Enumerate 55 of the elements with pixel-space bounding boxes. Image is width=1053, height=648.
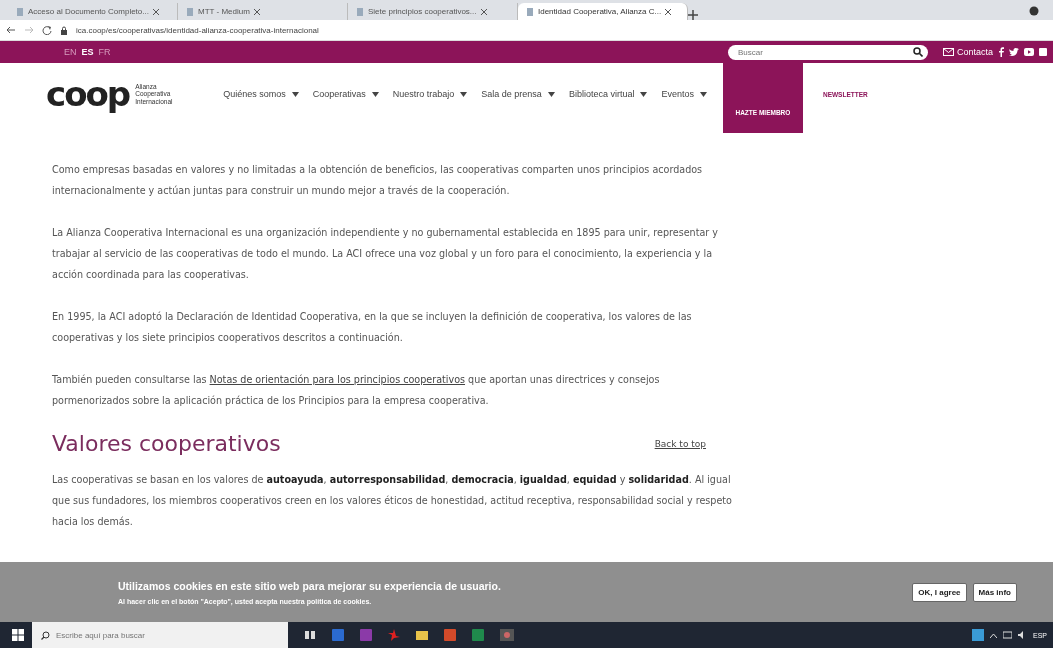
back-icon[interactable]	[6, 25, 16, 35]
more-info-button[interactable]: Más info	[972, 582, 1017, 602]
paragraph: En 1995, la ACI adoptó la Declaración de Identidad Cooperativa, en la que se incluyen la definición de cooperativa, los valores de las cooperativas y los siete principios cooperativos descritos a continuación.	[52, 310, 693, 345]
new-tab-icon[interactable]	[688, 10, 698, 20]
page-icon	[356, 7, 364, 16]
profile-icon[interactable]	[1029, 6, 1039, 16]
guidance-link[interactable]: Notas de orientación para los principios cooperativos	[209, 374, 466, 385]
nav-item[interactable]: Sala de prensa	[481, 89, 555, 99]
caret-icon	[547, 91, 555, 97]
page-icon	[526, 7, 534, 16]
caret-icon	[291, 91, 299, 97]
close-icon[interactable]	[665, 8, 672, 15]
nav-item[interactable]: Quiénes somos	[223, 89, 299, 99]
caret-icon	[371, 91, 379, 97]
video-icon[interactable]	[1024, 48, 1034, 56]
paragraph: También pueden consultarse las Notas de orientación para los principios cooperativos que aportan unas directrices y consejos pormenorizados sobre la aplicación práctica de los Principios para la empresa cooperativa.	[52, 373, 661, 408]
folder-icon[interactable]	[416, 629, 430, 641]
close-icon[interactable]	[253, 8, 260, 15]
taskbar-search-field[interactable]: Escribe aquí para buscar	[32, 622, 288, 648]
nav-item[interactable]: Biblioteca virtual	[568, 89, 648, 99]
paragraph: Las cooperativas se basan en los valores de autoayuda, autorresponsabilidad, democracia, igualdad, equidad y solidaridad. Al igual que sus fundadores, los miembros cooperativos creen en los valores éticos de honestidad, actitud receptiva, responsabilidad social y respeto hacia los demás.	[52, 472, 733, 529]
close-icon[interactable]	[152, 8, 159, 15]
logo[interactable]: coop	[46, 77, 130, 111]
network-icon[interactable]	[1003, 631, 1012, 639]
contact-link[interactable]: Contacta	[942, 47, 993, 57]
task-view-icon[interactable]	[304, 629, 318, 641]
mail-icon	[942, 48, 954, 56]
caret-icon	[460, 91, 468, 97]
section-heading: Valores cooperativos	[52, 430, 281, 458]
agree-button[interactable]: OK, I agree	[912, 582, 967, 602]
page-icon	[16, 7, 24, 16]
paragraph: Como empresas basadas en valores y no limitadas a la obtención de beneficios, las cooperativas comparten unos principios acordados internacionalmente y actúan juntas para construir un mundo mejor a través de la cooperación.	[52, 163, 704, 198]
page-icon	[186, 7, 194, 16]
facebook-icon[interactable]	[998, 47, 1004, 57]
address-bar[interactable]: ica.coop/es/cooperativas/identidad-alianza-cooperativa-internacional	[76, 25, 319, 35]
language-link[interactable]: EN	[64, 47, 77, 57]
chevron-up-icon[interactable]	[990, 632, 997, 638]
language-link[interactable]: ES	[81, 47, 94, 57]
twitter-icon[interactable]	[1009, 47, 1019, 57]
reload-icon[interactable]	[42, 25, 52, 35]
back-to-top-link[interactable]: Back to top	[654, 433, 706, 455]
language-link[interactable]: FR	[98, 47, 111, 57]
windows-icon[interactable]	[12, 629, 24, 641]
cookie-message: Utilizamos cookies en este sitio web para mejorar su experiencia de usuario.	[118, 579, 502, 592]
lock-icon	[60, 25, 68, 35]
browser-tab[interactable]: Identidad Cooperativa, Alianza C...	[518, 3, 688, 20]
search-icon	[912, 47, 923, 57]
nav-item[interactable]: Nuestro trabajo	[392, 89, 468, 99]
nav-item[interactable]: Eventos	[661, 89, 707, 99]
close-icon[interactable]	[480, 8, 487, 15]
nav-item[interactable]: Cooperativas	[312, 89, 379, 99]
search-field[interactable]: Buscar	[727, 44, 928, 60]
paragraph: La Alianza Cooperativa Internacional es una organización independiente y no gubernamental establecida en 1895 para unir, representar y trabajar al servicio de las cooperativas de todo el mundo. La ACI ofrece una voz global y un foro para el conocimiento, la experiencia y la acción coordinada para las cooperativas.	[52, 226, 719, 282]
caret-icon	[640, 91, 648, 97]
caret-icon	[699, 91, 707, 97]
